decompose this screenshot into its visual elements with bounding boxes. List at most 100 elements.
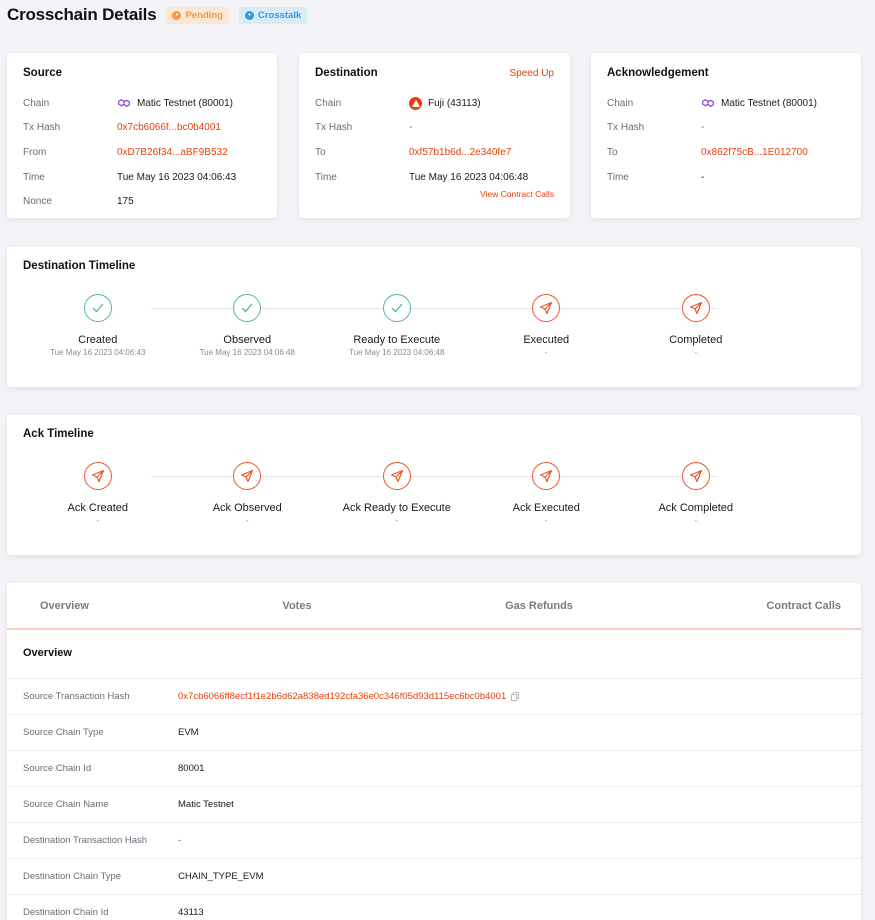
overview-row: Source Chain Id 80001 [7,751,861,787]
overview-label: Source Chain Type [23,727,104,738]
row-label: Time [23,171,45,183]
overview-row: Source Chain Type EVM [7,715,861,751]
source-nonce-row: Nonce 175 [23,189,261,214]
destination-timeline-card: Destination Timeline Created Tue May 16 2… [7,247,861,387]
row-label: Time [607,171,629,183]
overview-value: 80001 [178,763,205,774]
timeline-step: Ack Observed - [173,462,323,525]
timeline-step: Ack Executed - [472,462,622,525]
row-label: Tx Hash [315,122,353,134]
timeline-step-time: - [694,516,698,525]
acknowledgement-card: Acknowledgement Chain Matic Testnet (800… [591,53,861,218]
send-icon [681,462,710,490]
source-chain-row: Chain Matic Testnet (80001) [23,91,261,116]
overview-label: Source Transaction Hash [23,691,130,702]
row-label: To [607,146,618,158]
send-icon [681,294,710,322]
clock-icon: • [172,10,182,20]
send-icon [83,462,112,490]
send-icon [233,462,262,490]
row-value: 175 [117,196,134,208]
source-from-link[interactable]: 0xD7B26f34...aBF9B532 [117,147,228,158]
timeline-step-time: Tue May 16 2023 04:06:43 [50,348,146,357]
row-value: Matic Testnet (80001) [117,96,233,110]
polygon-icon [118,99,130,108]
timeline-step-label: Observed [223,334,272,346]
source-from-row: From 0xD7B26f34...aBF9B532 [23,140,261,165]
chain-name: Fuji (43113) [428,97,481,109]
row-value: - [409,122,413,134]
overview-value: 43113 [178,907,204,918]
source-time-row: Time Tue May 16 2023 04:06:43 [23,165,261,190]
ack-to-link[interactable]: 0x862f75cB...1E012700 [701,147,808,158]
check-icon [233,294,262,322]
timeline-step-time: - [544,516,548,525]
row-label: Tx Hash [23,122,61,134]
overview-value: CHAIN_TYPE_EVM [178,871,264,882]
timeline-step-label: Ack Created [67,502,129,514]
source-title: Source [23,67,62,79]
destination-card: Destination Speed Up Chain Fuji (43113) … [299,53,570,218]
timeline-step-time: Tue May 16 2023 04:06:48 [349,348,445,357]
overview-value: 0x7cb6066ff8ecf1f1e2b6d62a838ed192cfa36e… [178,691,520,702]
destination-title: Destination [315,67,378,79]
row-label: From [23,146,47,158]
destination-time-row: Time Tue May 16 2023 04:06:48 [315,165,554,190]
timeline-step-label: Executed [523,334,570,346]
page-header: Crosschain Details • Pending • Crosstalk [7,4,308,26]
timeline-step-label: Ack Executed [512,502,580,514]
tab-bar: Overview Votes Gas Refunds Contract Call… [7,583,861,630]
destination-chain-row: Chain Fuji (43113) [315,91,554,116]
tab-overview[interactable]: Overview [40,600,89,612]
check-icon [83,294,112,322]
timeline-step: Observed Tue May 16 2023 04:06:48 [173,294,323,357]
timeline-step: Ack Ready to Execute - [322,462,472,525]
tab-gas-refunds[interactable]: Gas Refunds [505,600,573,612]
row-value: Matic Testnet (80001) [701,96,817,110]
send-icon [382,462,411,490]
acknowledgement-title: Acknowledgement [607,67,709,79]
tab-votes[interactable]: Votes [282,600,311,612]
overview-row: Destination Chain Id 43113 [7,895,861,920]
row-label: Chain [315,97,342,109]
page-title: Crosschain Details [7,5,157,24]
overview-label: Destination Chain Type [23,871,122,882]
timeline-step-time: - [544,348,548,357]
timeline-step: Ack Completed - [621,462,771,525]
row-label: To [315,146,326,158]
timeline-step-time: - [395,516,399,525]
destination-to-row: To 0xf57b1b6d...2e340fe7 [315,140,554,165]
timeline-step-label: Completed [669,334,723,346]
speed-up-link[interactable]: Speed Up [510,68,554,79]
source-txhash-link[interactable]: 0x7cb6066f...bc0b4001 [117,122,221,133]
timeline-step: Executed - [472,294,622,357]
ack-to-row: To 0x862f75cB...1E012700 [607,140,845,165]
source-tx-hash-link[interactable]: 0x7cb6066ff8ecf1f1e2b6d62a838ed192cfa36e… [178,691,506,702]
overview-label: Destination Transaction Hash [23,835,148,846]
copy-icon[interactable] [511,692,520,701]
timeline-step-label: Ack Observed [212,502,282,514]
view-contract-calls-link[interactable]: View Contract Calls [480,189,554,199]
ack-timeline: Ack Created - Ack Observed - Ack Ready to Ex… [23,462,845,525]
destination-txhash-row: Tx Hash - [315,116,554,141]
ack-chain-row: Chain Matic Testnet (80001) [607,91,845,116]
overview-row: Source Transaction Hash 0x7cb6066ff8ecf1… [7,679,861,715]
row-value: - [701,171,705,183]
timeline-step: Ack Created - [23,462,173,525]
timeline-step: Ready to Execute Tue May 16 2023 04:06:48 [322,294,472,357]
ack-txhash-row: Tx Hash - [607,116,845,141]
source-txhash-row: Tx Hash 0x7cb6066f...bc0b4001 [23,116,261,141]
ack-timeline-card: Ack Timeline Ack Created - Ack Observed - Ac… [7,415,861,555]
row-value: Tue May 16 2023 04:06:48 [409,171,529,183]
chain-name: Matic Testnet (80001) [721,97,817,109]
send-icon [532,462,561,490]
overview-label: Source Chain Id [23,763,92,774]
polygon-icon [702,99,714,108]
destination-to-link[interactable]: 0xf57b1b6d...2e340fe7 [409,147,511,158]
timeline-step-time: - [245,516,249,525]
avalanche-icon [409,96,422,110]
overview-value: Matic Testnet [178,799,234,810]
tab-contract-calls[interactable]: Contract Calls [766,600,841,612]
source-card: Source Chain Matic Testnet (80001) Tx Ha… [7,53,277,218]
row-label: Time [315,171,337,183]
